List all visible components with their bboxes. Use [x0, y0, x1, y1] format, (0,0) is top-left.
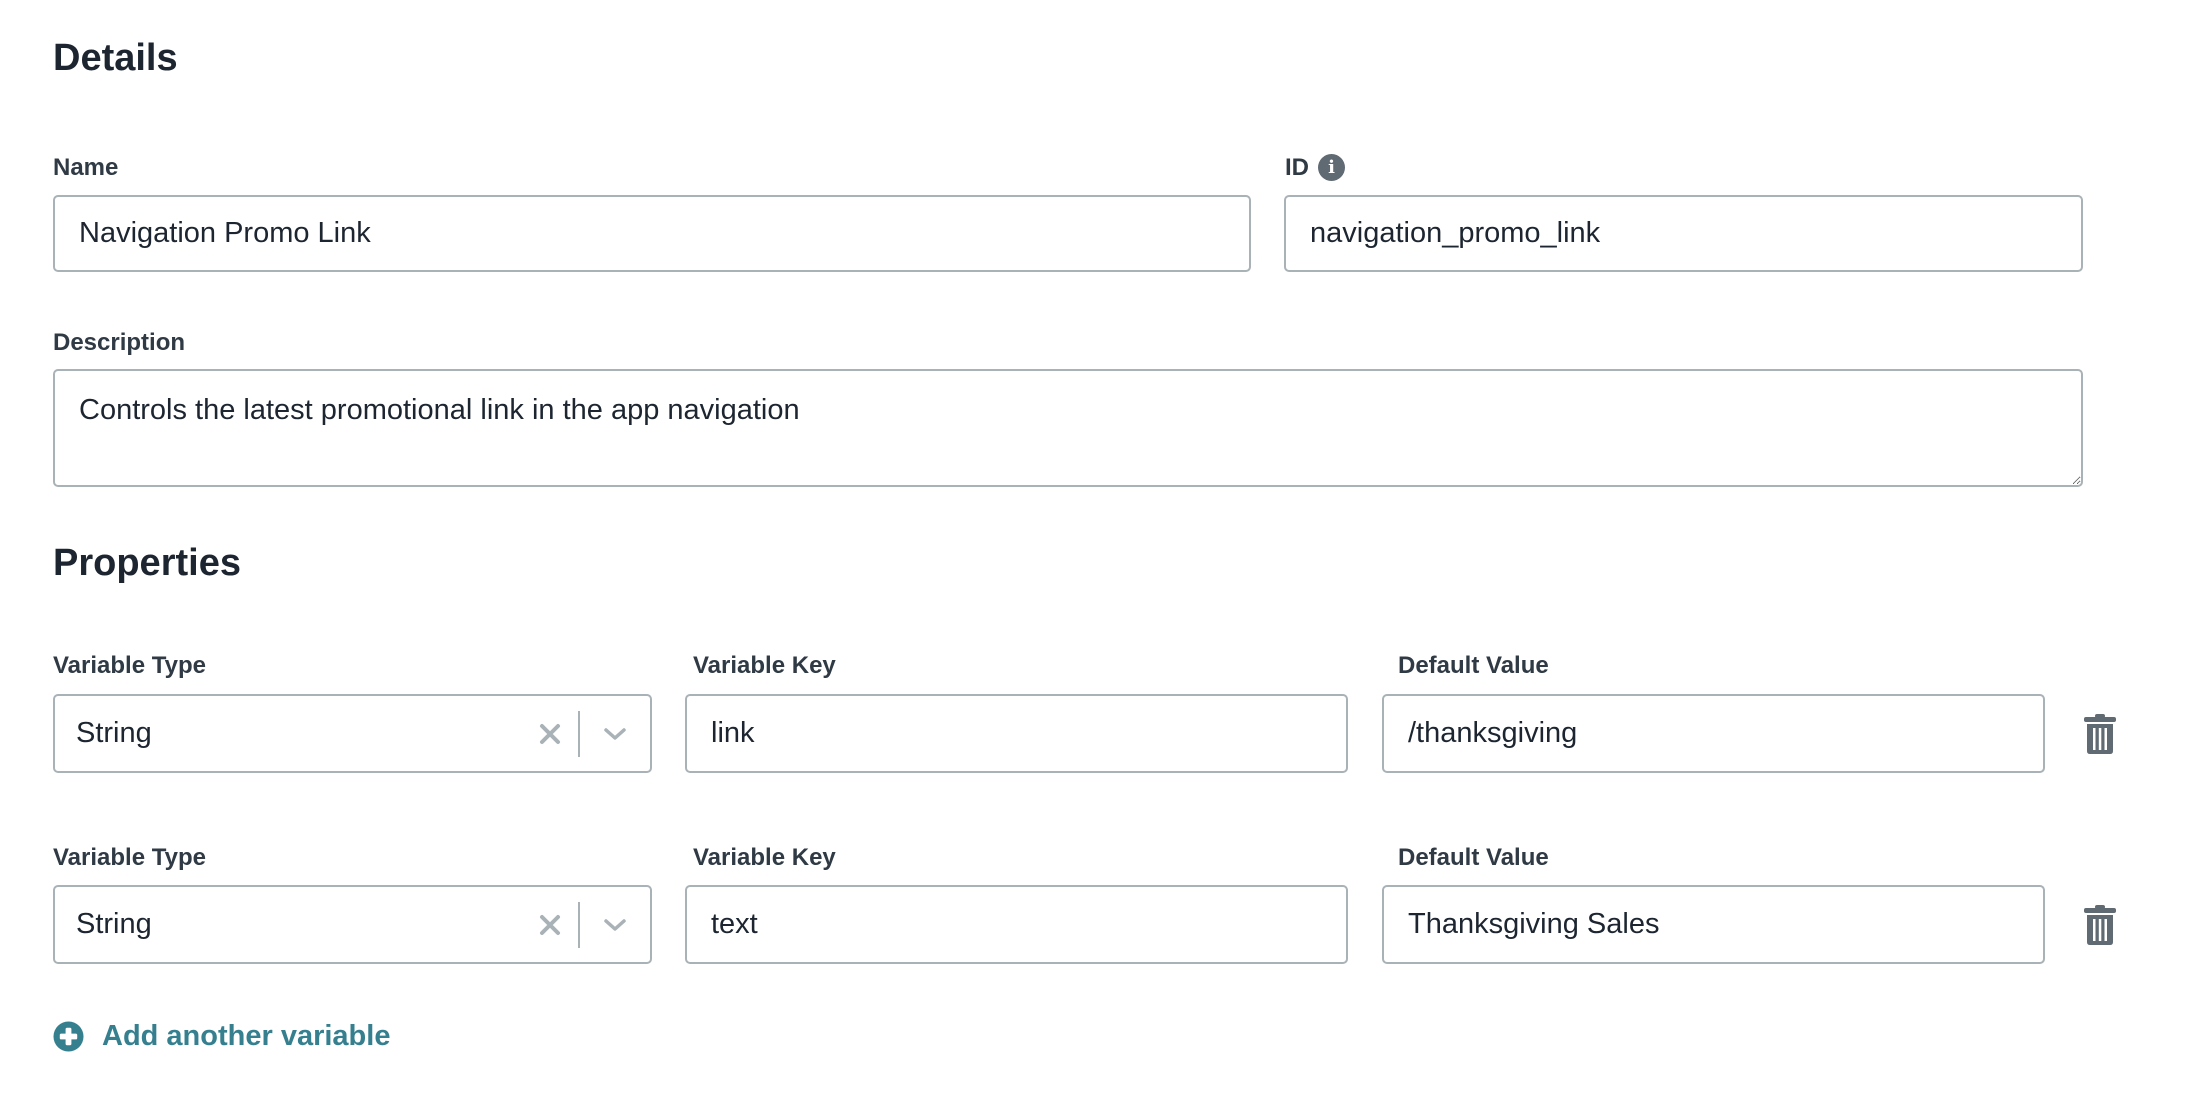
variable-key-input[interactable]: [685, 885, 1348, 964]
variable-key-label: Variable Key: [693, 652, 836, 679]
default-value-input[interactable]: [1382, 885, 2045, 964]
variable-key-label: Variable Key: [693, 844, 836, 871]
add-variable-button[interactable]: Add another variable: [53, 1020, 390, 1053]
chevron-down-icon[interactable]: [580, 714, 650, 754]
id-label-row: ID i: [1285, 154, 1345, 181]
plus-circle-icon: [53, 1021, 84, 1052]
properties-heading: Properties: [53, 542, 241, 584]
trash-icon[interactable]: [2083, 904, 2117, 946]
variable-type-label: Variable Type: [53, 844, 206, 871]
variable-type-value: String: [76, 717, 152, 749]
info-circle-icon[interactable]: i: [1318, 154, 1345, 181]
close-x-icon[interactable]: [530, 905, 570, 945]
trash-icon[interactable]: [2083, 713, 2117, 755]
default-value-input[interactable]: [1382, 694, 2045, 773]
variable-key-input[interactable]: [685, 694, 1348, 773]
name-label: Name: [53, 154, 119, 181]
name-input[interactable]: [53, 195, 1251, 272]
add-variable-label: Add another variable: [102, 1020, 391, 1052]
id-input[interactable]: [1284, 195, 2083, 272]
variable-type-select[interactable]: String: [53, 694, 652, 773]
default-value-label: Default Value: [1398, 844, 1549, 871]
close-x-icon[interactable]: [530, 714, 570, 754]
details-heading: Details: [53, 37, 178, 79]
description-textarea[interactable]: Controls the latest promotional link in …: [53, 369, 2083, 487]
variable-type-label: Variable Type: [53, 652, 206, 679]
description-label: Description: [53, 329, 186, 356]
variable-type-select[interactable]: String: [53, 885, 652, 964]
default-value-label: Default Value: [1398, 652, 1549, 679]
chevron-down-icon[interactable]: [580, 905, 650, 945]
id-label: ID: [1285, 153, 1309, 181]
variable-type-value: String: [76, 908, 152, 940]
